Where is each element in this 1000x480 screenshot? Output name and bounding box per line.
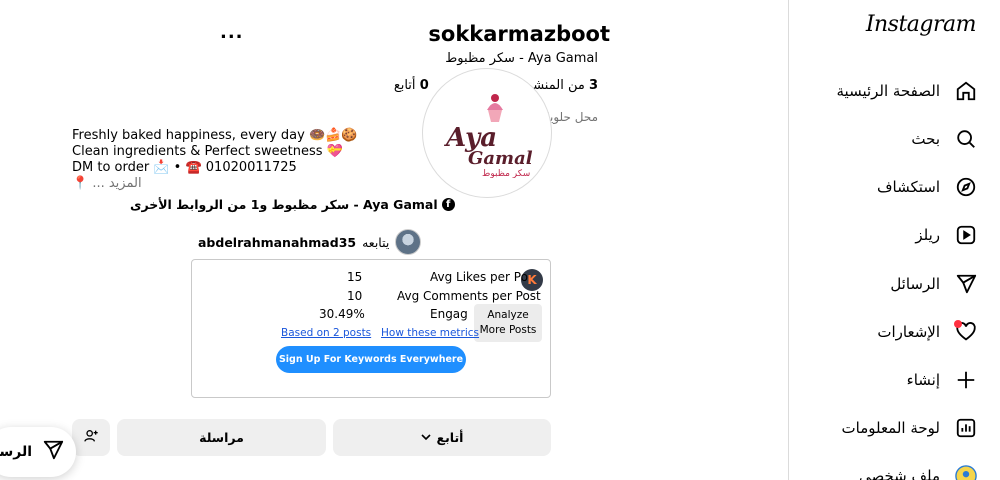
sidebar-item-messages[interactable]: الرسائل [890, 269, 978, 299]
sidebar-item-home[interactable]: الصفحة الرئيسية [837, 76, 979, 106]
sidebar-item-label: بحث [911, 130, 940, 148]
sidebar-item-create[interactable]: إنشاء [907, 365, 978, 395]
how-metrics-link[interactable]: How these metrics [381, 327, 479, 339]
following-count[interactable]: 0 أتابع [394, 78, 429, 93]
followed-by[interactable]: abdelrahmanahmad35 يتابعه [198, 229, 422, 255]
sidebar-item-label: الإشعارات [877, 323, 940, 341]
bio-line: Clean ingredients & Perfect sweetness 💝 [72, 144, 343, 159]
suggest-users-button[interactable] [72, 419, 110, 456]
search-icon [954, 127, 978, 151]
floating-messages-label: الرسائل [0, 444, 32, 460]
based-on-posts-link[interactable]: Based on 2 posts [281, 327, 371, 339]
notification-dot [954, 320, 962, 328]
plus-icon [954, 368, 978, 392]
bio-more-link[interactable]: 📍 ... المزيد [72, 176, 358, 192]
analyze-label: Analyze [487, 309, 529, 321]
heart-icon [954, 320, 978, 344]
followed-by-username: abdelrahmanahmad35 [198, 234, 357, 250]
bio-line: DM to order 📩 • ☎️ 01020011725 [72, 160, 297, 175]
follow-button[interactable]: أتابع [333, 419, 551, 456]
avg-comments-label: Avg Comments per Post [397, 289, 541, 303]
profile-avatar-icon [954, 464, 978, 480]
profile-username: sokkarmazboot [428, 22, 610, 46]
message-button[interactable]: مراسلة [117, 419, 326, 456]
avg-comments-value: 10 [347, 289, 363, 303]
sidebar-item-label: لوحة المعلومات [841, 419, 941, 437]
floating-messages-button[interactable]: الرسائل [0, 427, 76, 477]
profile-avatar[interactable]: Aya Gamal سكر مظبوط [422, 68, 552, 198]
profile-bio: Freshly baked happiness, every day 🍩🍰🍪 C… [72, 128, 358, 192]
instagram-logo[interactable]: Instagram [866, 12, 977, 37]
sidebar-item-label: استكشاف [876, 178, 940, 196]
sidebar-item-profile[interactable]: ملف شخصي [859, 461, 978, 480]
bio-line: Freshly baked happiness, every day 🍩🍰🍪 [72, 128, 358, 143]
send-icon [954, 272, 978, 296]
cupcake-logo: Aya Gamal سكر مظبوط [443, 94, 533, 178]
reels-icon [954, 223, 978, 247]
engagement-label: Engag [430, 307, 468, 321]
send-icon [42, 439, 64, 465]
avg-likes-label: Avg Likes per Po [430, 270, 528, 284]
sidebar-item-dashboard[interactable]: لوحة المعلومات [842, 413, 979, 443]
engagement-value: 30.49% [319, 307, 365, 321]
follow-button-label: أتابع [436, 430, 464, 445]
sidebar: Instagram الصفحة الرئيسية بحث استكشاف ري… [788, 0, 1000, 480]
dashboard-icon [954, 416, 978, 440]
sidebar-item-search[interactable]: بحث [911, 124, 978, 154]
signup-keywords-everywhere-button[interactable]: Sign Up For Keywords Everywhere [276, 346, 466, 373]
avatar-text-gamal: Gamal [468, 148, 533, 169]
profile-links-text: سكر مظبوط و1 من الروابط الأخرى - Aya Gam… [130, 197, 438, 212]
followed-by-label: يتابعه [362, 234, 390, 250]
profile-full-name: سكر مظبوط - Aya Gamal [445, 51, 598, 66]
add-user-icon [83, 428, 99, 447]
sidebar-item-label: ريلز [915, 226, 940, 244]
avg-likes-value: 15 [347, 270, 363, 284]
keywords-everywhere-widget: K Avg Likes per Po 15 Avg Comments per P… [191, 259, 551, 398]
analyze-more-posts-button[interactable]: Analyze More Posts [474, 304, 542, 342]
message-button-label: مراسلة [199, 430, 244, 445]
sidebar-item-reels[interactable]: ريلز [915, 220, 978, 250]
sidebar-item-explore[interactable]: استكشاف [877, 172, 978, 202]
avatar-text-arabic: سكر مظبوط [482, 169, 530, 178]
follower-avatar [395, 229, 422, 255]
facebook-icon: f [441, 198, 455, 211]
more-posts-label: More Posts [479, 324, 537, 336]
sidebar-item-label: إنشاء [906, 371, 940, 389]
sidebar-item-label: الصفحة الرئيسية [836, 82, 941, 100]
compass-icon [954, 175, 978, 199]
profile-links[interactable]: سكر مظبوط و1 من الروابط الأخرى - Aya Gam… [130, 197, 455, 212]
sidebar-item-notifications[interactable]: الإشعارات [877, 317, 978, 347]
chevron-down-icon [420, 430, 431, 445]
more-options-icon[interactable]: ... [220, 22, 244, 43]
home-icon [954, 79, 978, 103]
sidebar-item-label: الرسائل [890, 275, 940, 293]
sidebar-item-label: ملف شخصي [858, 467, 940, 480]
